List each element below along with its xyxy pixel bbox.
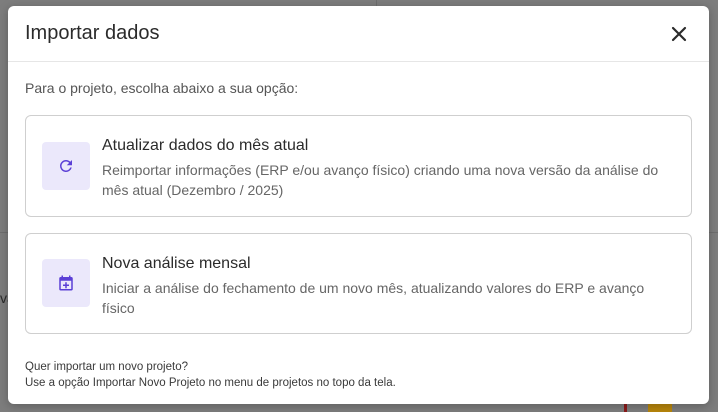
dialog-header: Importar dados	[8, 6, 709, 62]
background-marker	[624, 404, 627, 412]
option-text: Nova análise mensal Iniciar a análise do…	[102, 254, 671, 318]
refresh-icon	[59, 159, 72, 172]
option-icon-container	[42, 259, 90, 307]
background-text-fragment: va	[0, 290, 15, 306]
option-description: Iniciar a análise do fechamento de um no…	[102, 280, 645, 316]
close-icon	[671, 26, 687, 41]
option-icon-container	[42, 142, 90, 190]
background-divider	[709, 232, 718, 233]
dialog-footer: Quer importar um novo projeto? Use a opç…	[25, 359, 396, 391]
calendar-add-icon	[59, 275, 73, 291]
footer-hint: Use a opção Importar Novo Projeto no men…	[25, 377, 396, 389]
option-update-current-month[interactable]: Atualizar dados do mês atual Reimportar …	[25, 115, 692, 217]
dialog-body: Para o projeto, escolha abaixo a sua opç…	[8, 80, 709, 96]
option-title: Nova análise mensal	[102, 255, 251, 272]
background-divider	[0, 232, 8, 233]
import-data-dialog: Importar dados Para o projeto, escolha a…	[8, 6, 709, 404]
dialog-subtitle: Para o projeto, escolha abaixo a sua opç…	[25, 80, 299, 96]
dialog-title: Importar dados	[25, 22, 160, 44]
option-title: Atualizar dados do mês atual	[102, 137, 309, 154]
footer-question: Quer importar um novo projeto?	[25, 361, 188, 373]
option-description: Reimportar informações (ERP e/ou avanço …	[102, 162, 659, 198]
close-button[interactable]	[665, 20, 693, 48]
option-text: Atualizar dados do mês atual Reimportar …	[102, 136, 671, 200]
option-new-monthly-analysis[interactable]: Nova análise mensal Iniciar a análise do…	[25, 233, 692, 334]
